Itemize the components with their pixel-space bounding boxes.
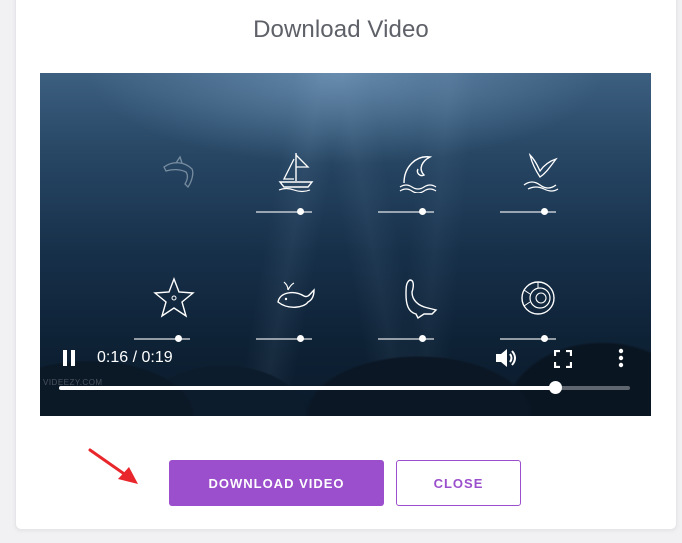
- close-button[interactable]: CLOSE: [396, 460, 521, 506]
- volume-icon: [496, 349, 516, 367]
- starfish-icon: [153, 277, 195, 318]
- starfish-cell: [134, 276, 214, 356]
- wave-icon: [399, 156, 437, 193]
- time-display: 0:16 / 0:19: [97, 349, 173, 366]
- volume-slider[interactable]: [500, 335, 556, 342]
- seal-icon: [405, 279, 438, 320]
- shell-cell: [500, 276, 580, 356]
- video-player[interactable]: 0:16 / 0:19 VIDEEZY.COM: [40, 73, 651, 416]
- dolphin-icon: [163, 155, 194, 189]
- wave-cell: [378, 149, 458, 229]
- dialog-title: Download Video: [253, 16, 429, 43]
- volume-slider[interactable]: [378, 208, 434, 215]
- kebab-menu-icon: [618, 348, 624, 368]
- volume-slider[interactable]: [256, 208, 312, 215]
- shell-icon: [521, 281, 555, 315]
- volume-slider[interactable]: [500, 208, 556, 215]
- progress-bar[interactable]: [59, 381, 630, 394]
- progress-thumb[interactable]: [548, 381, 562, 394]
- pause-icon: [63, 350, 75, 366]
- sailboat-icon: [278, 153, 314, 193]
- pause-button[interactable]: [62, 350, 76, 366]
- seal-cell: [378, 276, 458, 356]
- sailboat-cell: [256, 149, 336, 229]
- volume-slider[interactable]: [134, 335, 190, 342]
- progress-fill: [59, 386, 555, 390]
- whale-cell: [256, 276, 336, 356]
- more-options-button[interactable]: [617, 348, 625, 368]
- download-video-button[interactable]: DOWNLOAD VIDEO: [169, 460, 384, 506]
- fullscreen-icon: [553, 349, 573, 369]
- seabird-icon: [523, 152, 559, 192]
- fullscreen-button[interactable]: [553, 349, 573, 369]
- whale-icon: [277, 281, 315, 308]
- volume-slider[interactable]: [256, 335, 312, 342]
- volume-slider[interactable]: [378, 335, 434, 342]
- dolphin-cell: [140, 151, 220, 231]
- volume-button[interactable]: [494, 347, 518, 369]
- red-arrow-annotation: [88, 448, 138, 484]
- seabird-cell: [500, 149, 580, 229]
